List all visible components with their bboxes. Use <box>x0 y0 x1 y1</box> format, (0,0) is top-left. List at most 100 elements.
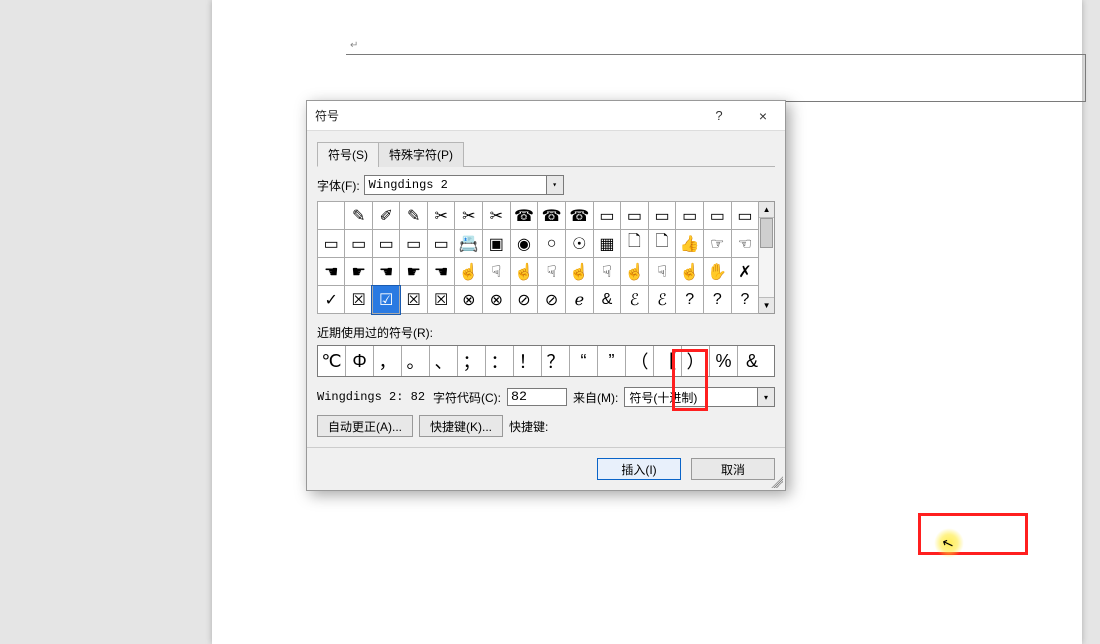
symbol-cell[interactable]: ▭ <box>621 202 649 230</box>
symbol-grid[interactable]: ✎✐✎✂✂✂☎☎☎▭▭▭▭▭▭▭▭▭▭▭📇▣◉○☉▦🗋🗋👍☞☜☚☛☚☛☚☝☟☝☟… <box>317 201 759 314</box>
symbol-cell[interactable]: 👍 <box>676 230 704 258</box>
recent-symbol[interactable]: 。 <box>402 346 430 376</box>
symbol-cell[interactable]: ? <box>731 286 759 314</box>
symbol-cell[interactable]: ☚ <box>427 258 454 286</box>
font-select[interactable]: Wingdings 2 ▾ <box>364 175 564 195</box>
symbol-cell[interactable]: ✓ <box>318 286 345 314</box>
recent-symbol[interactable]: 、 <box>430 346 458 376</box>
symbol-cell[interactable]: ☛ <box>345 258 372 286</box>
shortcutkey-button[interactable]: 快捷键(K)... <box>419 415 503 437</box>
symbol-cell[interactable]: 🗋 <box>648 230 675 258</box>
recent-symbol[interactable]: % <box>710 346 738 376</box>
symbol-cell[interactable]: ☝ <box>621 258 649 286</box>
symbol-cell[interactable]: ✂ <box>427 202 454 230</box>
symbol-cell[interactable]: & <box>593 286 620 314</box>
autocorrect-button[interactable]: 自动更正(A)... <box>317 415 413 437</box>
charcode-input[interactable] <box>507 388 567 406</box>
recent-symbol[interactable]: ， <box>374 346 402 376</box>
symbol-cell[interactable]: ⊗ <box>455 286 483 314</box>
symbol-cell[interactable]: ☚ <box>318 258 345 286</box>
symbol-cell[interactable]: ◉ <box>510 230 538 258</box>
symbol-cell[interactable]: ☒ <box>400 286 427 314</box>
symbol-cell[interactable]: ☜ <box>731 230 759 258</box>
symbol-cell[interactable]: ☒ <box>427 286 454 314</box>
symbol-cell[interactable]: 📇 <box>455 230 483 258</box>
symbol-cell[interactable]: ✂ <box>455 202 483 230</box>
symbol-cell[interactable]: ☒ <box>345 286 372 314</box>
recent-symbol[interactable]: （ <box>626 346 654 376</box>
from-select[interactable]: 符号(十进制) ▾ <box>624 387 775 407</box>
grid-scrollbar[interactable]: ▲ ▼ <box>759 201 775 314</box>
symbol-cell[interactable]: ? <box>704 286 732 314</box>
symbol-cell[interactable]: ▭ <box>318 230 345 258</box>
scroll-down-icon[interactable]: ▼ <box>759 297 774 313</box>
symbol-cell[interactable]: ▭ <box>593 202 620 230</box>
unicode-name: Wingdings 2: 82 <box>317 390 427 404</box>
recent-symbol[interactable]: “ <box>570 346 598 376</box>
symbol-cell[interactable]: ☉ <box>565 230 593 258</box>
symbol-cell[interactable]: ☝ <box>455 258 483 286</box>
symbol-cell[interactable]: ▭ <box>427 230 454 258</box>
symbol-cell[interactable]: ☟ <box>593 258 620 286</box>
symbol-cell[interactable]: ✗ <box>731 258 759 286</box>
scroll-track[interactable] <box>759 218 774 297</box>
symbol-cell[interactable]: ☝ <box>565 258 593 286</box>
symbol-cell[interactable]: ▭ <box>704 202 732 230</box>
symbol-cell[interactable]: ▭ <box>372 230 399 258</box>
scroll-up-icon[interactable]: ▲ <box>759 202 774 218</box>
symbol-cell[interactable] <box>318 202 345 230</box>
symbol-cell[interactable]: ☟ <box>483 258 510 286</box>
symbol-cell[interactable]: ☑ <box>372 286 399 314</box>
symbol-cell[interactable]: ☟ <box>538 258 566 286</box>
cancel-button[interactable]: 取消 <box>691 458 775 480</box>
scroll-thumb[interactable] <box>760 218 773 248</box>
symbol-cell[interactable]: ▭ <box>400 230 427 258</box>
symbol-cell[interactable]: ☞ <box>704 230 732 258</box>
symbol-cell[interactable]: ○ <box>538 230 566 258</box>
recent-symbol[interactable]: ！ <box>514 346 542 376</box>
symbol-cell[interactable]: ☝ <box>676 258 704 286</box>
symbol-cell[interactable]: ☝ <box>510 258 538 286</box>
symbol-cell[interactable]: ? <box>676 286 704 314</box>
tab-symbols[interactable]: 符号(S) <box>317 142 379 167</box>
recent-symbol[interactable]: 【 <box>654 346 682 376</box>
recent-symbols-row: ℃Φ，。、；：！？“”（【）%& <box>317 345 775 377</box>
symbol-cell[interactable]: ☛ <box>400 258 427 286</box>
symbol-cell[interactable]: ☎ <box>538 202 566 230</box>
symbol-cell[interactable]: ▭ <box>648 202 675 230</box>
symbol-cell[interactable]: ✂ <box>483 202 510 230</box>
symbol-cell[interactable]: ☟ <box>648 258 675 286</box>
symbol-cell[interactable]: ☎ <box>565 202 593 230</box>
symbol-cell[interactable]: 🗋 <box>621 230 649 258</box>
symbol-cell[interactable]: ✎ <box>400 202 427 230</box>
symbol-cell[interactable]: ✋ <box>704 258 732 286</box>
symbol-cell[interactable]: ✐ <box>372 202 399 230</box>
insert-button[interactable]: 插入(I) <box>597 458 681 480</box>
symbol-cell[interactable]: ⊗ <box>483 286 510 314</box>
recent-symbol[interactable]: ： <box>486 346 514 376</box>
symbol-cell[interactable]: ℰ <box>621 286 649 314</box>
tab-special-chars[interactable]: 特殊字符(P) <box>378 142 464 167</box>
symbol-cell[interactable]: ℯ <box>565 286 593 314</box>
recent-symbol[interactable]: Φ <box>346 346 374 376</box>
close-button[interactable]: × <box>741 101 785 131</box>
recent-symbol[interactable]: ？ <box>542 346 570 376</box>
symbol-cell[interactable]: ▭ <box>345 230 372 258</box>
symbol-cell[interactable]: ▣ <box>483 230 510 258</box>
recent-symbol[interactable]: ） <box>682 346 710 376</box>
symbol-cell[interactable]: ▦ <box>593 230 620 258</box>
recent-symbol[interactable]: ℃ <box>318 346 346 376</box>
symbol-cell[interactable]: ℰ <box>648 286 675 314</box>
recent-symbol[interactable]: & <box>738 346 766 376</box>
recent-symbol[interactable]: ” <box>598 346 626 376</box>
resize-grip-icon[interactable] <box>771 476 783 488</box>
symbol-cell[interactable]: ⊘ <box>538 286 566 314</box>
symbol-cell[interactable]: ⊘ <box>510 286 538 314</box>
recent-symbol[interactable]: ； <box>458 346 486 376</box>
symbol-cell[interactable]: ☚ <box>372 258 399 286</box>
symbol-cell[interactable]: ▭ <box>676 202 704 230</box>
symbol-cell[interactable]: ✎ <box>345 202 372 230</box>
symbol-cell[interactable]: ☎ <box>510 202 538 230</box>
symbol-cell[interactable]: ▭ <box>731 202 759 230</box>
help-button[interactable]: ? <box>697 101 741 131</box>
